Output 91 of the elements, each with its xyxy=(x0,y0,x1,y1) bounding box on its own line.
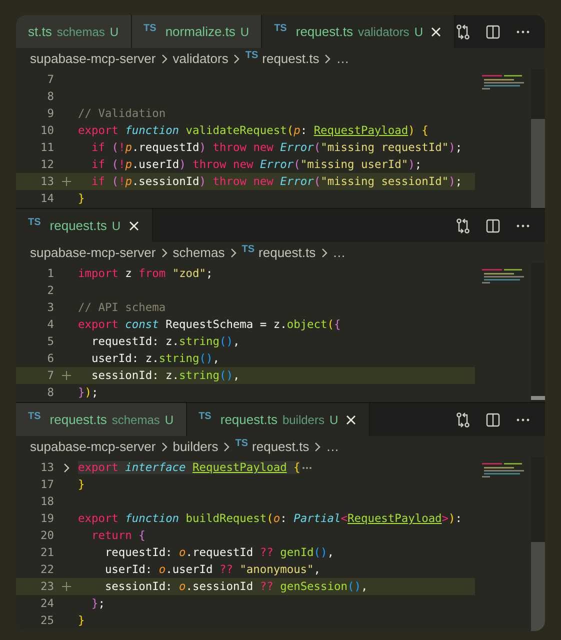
editor-tab[interactable]: TS request.ts builders U xyxy=(186,403,370,436)
line-number: 1 xyxy=(46,267,54,280)
line-number: 18 xyxy=(40,495,54,508)
minimap-drawing xyxy=(482,75,524,90)
chevron-icon xyxy=(160,248,168,258)
code-line: // API schema xyxy=(78,301,166,314)
editor-tab[interactable]: TS normalize.ts U xyxy=(132,15,262,48)
line-number: 2 xyxy=(46,284,54,297)
code-line: userId: o.userId ?? "anonymous", xyxy=(104,563,321,576)
code-line: import z from "zod"; xyxy=(78,267,213,280)
line-number: 8 xyxy=(46,90,54,103)
code-line: return { xyxy=(90,529,146,542)
chevron-icon xyxy=(160,442,168,452)
code-line: }); xyxy=(78,386,98,399)
code-line: export function buildRequest(o: Partial<RequestPayload>): xyxy=(78,512,462,525)
line-number: 12 xyxy=(40,158,54,171)
split-editor-icon[interactable] xyxy=(485,218,501,234)
code-line: export const RequestSchema = z.object({ xyxy=(78,318,341,331)
code-line: userId: z.string(), xyxy=(90,352,220,365)
editor-tab[interactable]: st.ts schemas U xyxy=(16,15,132,48)
editor-tab[interactable]: TS request.ts schemas U xyxy=(16,403,187,436)
breadcrumb-item[interactable]: … xyxy=(326,439,340,454)
breadcrumb-item[interactable]: … xyxy=(332,245,346,260)
line-number: 11 xyxy=(40,141,54,154)
chevron-icon xyxy=(160,54,168,64)
close-icon[interactable] xyxy=(345,414,358,426)
breadcrumb-item[interactable]: TS request.ts xyxy=(242,245,316,260)
chevron-icon xyxy=(233,54,240,64)
editor-tab[interactable]: TS request.ts U xyxy=(16,209,153,242)
line-number: 25 xyxy=(40,614,54,627)
code-line: if (!p.requestId) throw new Error("missing requestId"); xyxy=(90,141,462,154)
breadcrumb-item[interactable]: supabase-mcp-server xyxy=(30,245,156,260)
line-number: 20 xyxy=(40,529,54,542)
line-number: 13 xyxy=(40,175,54,188)
minimap-drawing xyxy=(482,269,524,284)
chevron-icon xyxy=(230,248,237,258)
breadcrumb-item[interactable]: … xyxy=(336,51,350,66)
editor-tab[interactable]: TS request.ts validators U xyxy=(262,15,455,48)
scrollbar-thumb[interactable] xyxy=(531,542,545,631)
code-line: export function validateRequest(p: RequestPayload) { xyxy=(78,124,428,137)
code-line: requestId: o.requestId ?? genId(), xyxy=(104,546,334,559)
line-number: 9 xyxy=(46,107,54,120)
breadcrumb-item[interactable]: TS request.ts xyxy=(245,51,320,66)
line-number: 17 xyxy=(40,478,54,491)
line-number: 10 xyxy=(40,124,54,137)
line-number: 6 xyxy=(46,352,54,365)
line-number: 7 xyxy=(46,369,54,382)
breadcrumb-item[interactable]: schemas xyxy=(172,245,225,260)
code-line: }; xyxy=(90,597,105,610)
breadcrumb-item[interactable]: TS request.ts xyxy=(235,439,310,454)
compare-changes-icon[interactable] xyxy=(455,218,471,234)
code-line: sessionId: o.sessionId ?? genSession(), xyxy=(104,580,368,593)
compare-changes-icon[interactable] xyxy=(455,412,471,428)
line-number: 4 xyxy=(46,318,54,331)
scrollbar-thumb[interactable] xyxy=(531,396,545,400)
close-icon[interactable] xyxy=(128,220,140,232)
breadcrumb-item[interactable]: supabase-mcp-server xyxy=(30,439,156,454)
line-number: 7 xyxy=(46,73,54,86)
chevron-icon[interactable] xyxy=(62,462,70,472)
scrollbar-thumb[interactable] xyxy=(531,119,545,208)
line-number: 22 xyxy=(40,563,54,576)
code-line: sessionId: z.string(), xyxy=(90,369,240,382)
breadcrumb-item[interactable]: supabase-mcp-server xyxy=(30,51,156,66)
chevron-icon xyxy=(223,442,230,452)
line-number: 5 xyxy=(46,335,54,348)
line-number: 13 xyxy=(40,461,54,474)
close-icon[interactable] xyxy=(430,26,442,38)
line-number: 8 xyxy=(46,386,54,399)
chevron-icon xyxy=(320,248,328,258)
chevron-icon xyxy=(324,54,332,64)
line-number: 21 xyxy=(40,546,54,559)
line-number: 24 xyxy=(40,597,54,610)
code-line: } xyxy=(78,478,85,491)
line-number: 14 xyxy=(40,192,54,205)
split-editor-icon[interactable] xyxy=(485,412,501,428)
code-line: } xyxy=(78,192,85,205)
compare-changes-icon[interactable] xyxy=(455,24,471,40)
code-line: requestId: z.string(), xyxy=(90,335,240,348)
breadcrumb-item[interactable]: validators xyxy=(172,51,228,66)
line-number: 3 xyxy=(46,301,54,314)
split-editor-icon[interactable] xyxy=(485,24,501,40)
code-line: // Validation xyxy=(78,107,166,120)
minimap-drawing xyxy=(482,463,524,478)
chevron-icon xyxy=(314,442,322,452)
code-line: if (!p.userId) throw new Error("missing userId"); xyxy=(90,158,422,171)
code-line: } xyxy=(78,614,85,627)
line-number: 23 xyxy=(40,580,54,593)
ellipsis-icon[interactable] xyxy=(302,464,312,470)
breadcrumb-item[interactable]: builders xyxy=(172,439,218,454)
line-number: 19 xyxy=(40,512,54,525)
code-line: if (!p.sessionId) throw new Error("missing sessionId"); xyxy=(90,175,462,188)
